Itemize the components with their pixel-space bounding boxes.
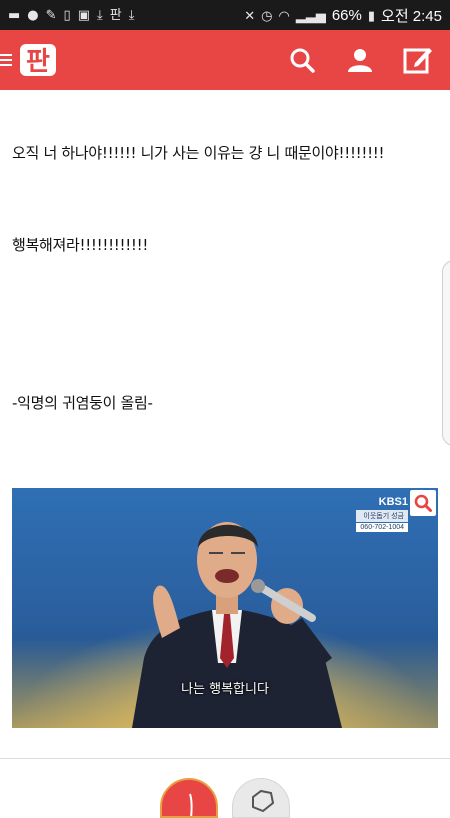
scroll-handle[interactable] xyxy=(442,260,450,446)
app-bar: 판 xyxy=(0,30,450,90)
clock: 오전 2:45 xyxy=(381,7,442,25)
search-button[interactable] xyxy=(286,44,318,76)
download-icon: ⤓ xyxy=(97,7,103,23)
donation-caption: 이웃돕기 성금 xyxy=(356,510,408,522)
image-zoom-button[interactable] xyxy=(410,490,436,516)
dislike-icon xyxy=(252,789,275,813)
broadcast-overlay: KBS1 이웃돕기 성금 060-702-1004 xyxy=(356,496,408,532)
pann-app-icon: 판 xyxy=(109,7,122,23)
image-icon: ▣ xyxy=(77,7,90,23)
post-text-line-1: 오직 너 하나야!!!!!! 니가 사는 이유는 걍 니 때문이야!!!!!!!… xyxy=(12,144,385,162)
hamburger-icon[interactable] xyxy=(0,30,14,90)
post-content: 오직 너 하나야!!!!!! 니가 사는 이유는 걍 니 때문이야!!!!!!!… xyxy=(0,90,450,818)
search-icon xyxy=(414,494,432,512)
profile-button[interactable] xyxy=(344,44,376,76)
post-image[interactable]: KBS1 이웃돕기 성금 060-702-1004 나는 행복합니다 xyxy=(12,488,438,728)
like-icon xyxy=(189,793,193,816)
mute-icon: ✕ xyxy=(244,7,256,23)
chat-icon: ▬ xyxy=(8,7,21,23)
system-status: ✕ ◷ ◠ ▂▃▅ 66% ▮ 오전 2:45 xyxy=(244,5,442,26)
divider xyxy=(0,758,450,759)
signal-icon: ▂▃▅ xyxy=(295,7,326,23)
alarm-icon: ◷ xyxy=(261,7,273,23)
app-actions xyxy=(286,44,450,76)
status-bar: ▬ ● ✎ ▯ ▣ ⤓ 판 ⤓ ✕ ◷ ◠ ▂▃▅ 66% ▮ 오전 2:45 xyxy=(0,0,450,30)
post-text-line-3: -익명의 귀염둥이 올림- xyxy=(12,394,153,412)
svg-text:판: 판 xyxy=(26,47,50,77)
dislike-button[interactable] xyxy=(232,778,290,818)
battery-percent: 66% xyxy=(331,6,362,24)
usb-icon: ▯ xyxy=(63,7,71,23)
donation-phone: 060-702-1004 xyxy=(356,523,408,532)
pann-logo[interactable]: 판 xyxy=(18,40,58,80)
compose-icon xyxy=(403,48,432,74)
post-text-line-2: 행복해져라!!!!!!!!!!!! xyxy=(12,236,149,254)
wrench-icon: ✎ xyxy=(45,7,57,23)
notification-icons: ▬ ● ✎ ▯ ▣ ⤓ 판 ⤓ xyxy=(8,9,134,22)
image-subtitle: 나는 행복합니다 xyxy=(181,682,269,697)
battery-icon: ▮ xyxy=(367,7,376,23)
pann-logo-icon: 판 xyxy=(20,44,56,77)
like-button[interactable] xyxy=(160,778,218,818)
search-icon xyxy=(290,48,315,73)
user-icon xyxy=(348,49,372,72)
compose-button[interactable] xyxy=(402,44,434,76)
download-icon: ⤓ xyxy=(128,7,135,23)
broadcaster-logo: KBS1 xyxy=(378,496,408,508)
wifi-icon: ◠ xyxy=(278,7,290,23)
app-icon: ● xyxy=(27,7,39,23)
